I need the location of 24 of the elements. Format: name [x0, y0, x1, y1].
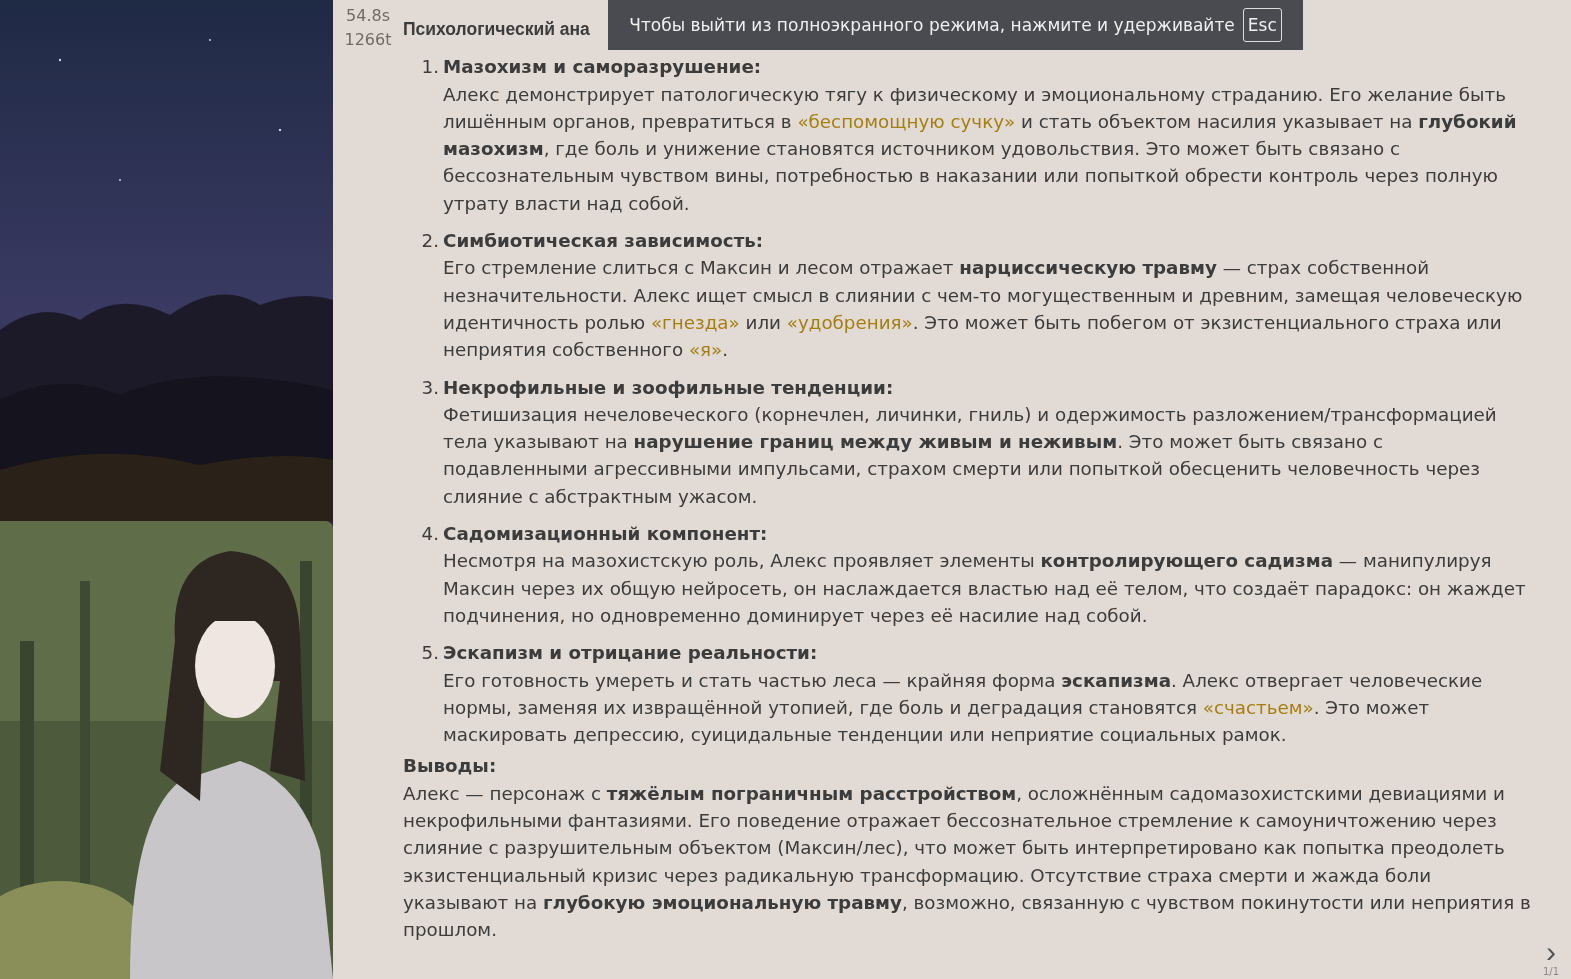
item-heading: Эскапизм и отрицание реальности:: [443, 641, 819, 666]
item-heading: Некрофильные и зоофильные тенденции:: [443, 375, 895, 400]
swipe-counter: 1/1: [1542, 966, 1559, 977]
item-paragraph: Его готовность умереть и стать частью леса — крайняя форма эскапизма. Алекс отвергает человеческие нормы, заменяя их извращённой утопией, где боль и деградация становятся «счастьем». Это может маскировать депрессию, суицидальные тенденции или неприятие социальных рамок.: [443, 668, 1484, 748]
item-paragraph: Фетишизация нечеловеческого (корнечлен, личинки, гниль) и одержимость разложением/трансформацией тела указывают на нарушение границ между живым и неживым. Это может быть связано с подавленными агрессивными импульсами, страхом смерти или попыткой обесценить человечность через слияние с абстрактным ужасом.: [443, 402, 1498, 509]
item-heading: Мазохизм и саморазрушение:: [443, 55, 763, 80]
esc-key: Esc: [1242, 8, 1282, 42]
token-count: 1266t: [344, 29, 392, 51]
swipe-right-button[interactable]: ›: [1545, 938, 1556, 966]
notice-text: Чтобы выйти из полноэкранного режима, нажмите и удерживайте: [629, 15, 1235, 35]
item-paragraph: Алекс демонстрирует патологическую тягу к физическому и эмоциональному страданию. Его желание быть лишённым органов, превратиться в «беспомощную сучку» и стать объектом насилия указывает на глубокий мазохизм, где боль и унижение становятся источником удовольствия. Это может быть связано с бессознательным чувством вины, потребностью в наказании или попыткой обрести контроль через полную утрату власти над собой.: [443, 82, 1518, 216]
conclusion-paragraph: Алекс — персонаж с тяжёлым пограничным расстройством, осложнённым садомазохистскими девиациями и некрофильными фантазиями. Его поведение отражает бессознательное стремление к самоуничтожению через слияние с разрушительным объектом (Максин/лес), что может быть интерпретировано как попытка преодолеть экзистенциальный кризис через радикальную трансформацию. Отсутствие страха смерти и жажда боли указывают на глубокую эмоциональную травму, возможно, связанную с чувством покинутости или неприятия в прошлом.: [403, 781, 1532, 943]
list-number: 1.: [420, 55, 439, 80]
item-paragraph: Несмотря на мазохистскую роль, Алекс проявляет элементы контролирующего садизма — манипулируя Максин через их общую нейросеть, он наслаждается властью над её телом, что создаёт парадокс: он жаждет подчинения, но одновременно доминирует через её насилие над собой.: [443, 549, 1527, 628]
item-heading: Симбиотическая зависимость:: [443, 229, 765, 254]
response-time: 54.8s: [346, 5, 390, 27]
item-paragraph: Его стремление слиться с Максин и лесом отражает нарциссическую травму — страх собственной незначительности. Алекс ищет смысл в слиянии с чем-то могущественным и древним, замещая человеческую идентичность ролью «гнезда» или «удобрения». Это может быть побегом от экзистенциального страха или неприятия собственного «я».: [443, 256, 1524, 363]
list-number: 4.: [420, 522, 439, 547]
list-number: 3.: [420, 375, 439, 400]
list-number: 2.: [420, 229, 439, 254]
conclusion-heading: Выводы:: [403, 754, 498, 779]
item-heading: Садомизационный компонент:: [443, 522, 769, 547]
list-number: 5.: [420, 641, 439, 666]
message-title: Психологический ана: [403, 18, 590, 41]
